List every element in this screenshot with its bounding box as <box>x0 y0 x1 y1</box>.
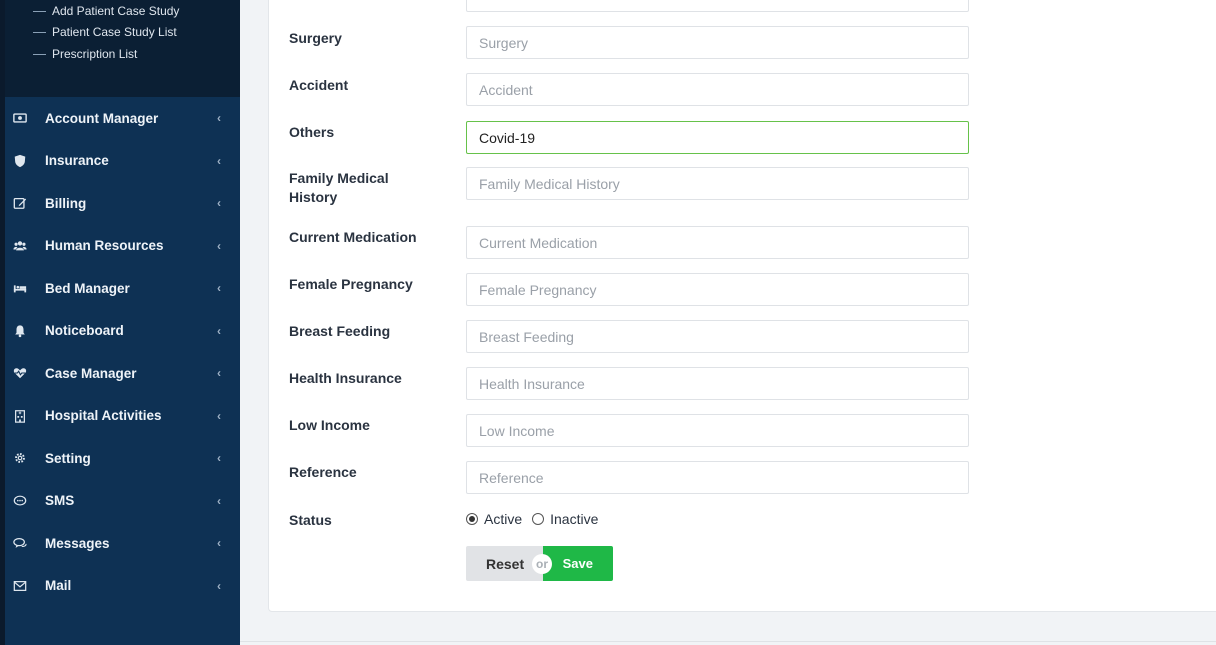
main-content: Surgery Accident Others Family Medical H… <box>240 0 1216 645</box>
sidebar-item-label: Mail <box>45 578 72 594</box>
chevron-left-icon: ‹ <box>217 238 221 253</box>
tree-dash <box>33 11 46 12</box>
sidebar-item-label: Bed Manager <box>45 280 130 296</box>
field-label: Breast Feeding <box>289 323 391 339</box>
chevron-left-icon: ‹ <box>217 493 221 508</box>
sidebar-item-label: Noticeboard <box>45 323 124 339</box>
sidebar: Add Patient Case Study Patient Case Stud… <box>5 0 240 645</box>
sidebar-item-account-manager[interactable]: Account Manager ‹ <box>5 97 240 140</box>
surgery-input[interactable] <box>466 26 969 59</box>
form-actions: Reset Save or <box>466 546 613 581</box>
envelope-icon <box>12 578 28 594</box>
low-income-input[interactable] <box>466 414 969 447</box>
chevron-left-icon: ‹ <box>217 111 221 126</box>
accident-input[interactable] <box>466 73 969 106</box>
case-study-form-panel: Surgery Accident Others Family Medical H… <box>268 0 1216 612</box>
field-label: Low Income <box>289 417 370 433</box>
chevron-left-icon: ‹ <box>217 281 221 296</box>
radio-selected-dot <box>469 516 475 522</box>
sidebar-item-label: Billing <box>45 195 87 211</box>
sidebar-item-case-manager[interactable]: Case Manager ‹ <box>5 352 240 395</box>
field-label: Surgery <box>289 30 342 46</box>
sidebar-item-human-resources[interactable]: Human Resources ‹ <box>5 225 240 268</box>
sidebar-item-insurance[interactable]: Insurance ‹ <box>5 140 240 183</box>
gear-icon <box>12 450 28 466</box>
case-study-submenu: Add Patient Case Study Patient Case Stud… <box>5 0 240 97</box>
field-label: Reference <box>289 464 357 480</box>
chevron-left-icon: ‹ <box>217 578 221 593</box>
edit-icon <box>12 195 28 211</box>
status-radio-group: Active Inactive <box>466 511 608 527</box>
comments-icon <box>12 535 28 551</box>
submenu-item-prescription-list[interactable]: Prescription List <box>5 44 240 66</box>
sidebar-item-hospital-activities[interactable]: Hospital Activities ‹ <box>5 395 240 438</box>
field-label: Female Pregnancy <box>289 276 413 292</box>
sidebar-item-noticeboard[interactable]: Noticeboard ‹ <box>5 310 240 353</box>
sidebar-item-label: Messages <box>45 535 110 551</box>
previous-field-input[interactable] <box>466 0 969 12</box>
health-insurance-input[interactable] <box>466 367 969 400</box>
chevron-left-icon: ‹ <box>217 323 221 338</box>
money-icon <box>12 110 28 126</box>
chat-icon <box>12 493 28 509</box>
field-label: Health Insurance <box>289 370 402 386</box>
shield-icon <box>12 153 28 169</box>
others-input[interactable] <box>466 121 969 154</box>
chevron-left-icon: ‹ <box>217 451 221 466</box>
sidebar-item-label: Human Resources <box>45 238 164 254</box>
bell-icon <box>12 323 28 339</box>
users-icon <box>12 238 28 254</box>
status-label: Status <box>289 512 332 528</box>
submenu-item-label: Add Patient Case Study <box>52 4 180 18</box>
sidebar-item-setting[interactable]: Setting ‹ <box>5 437 240 480</box>
sidebar-item-label: Account Manager <box>45 110 159 126</box>
sidebar-item-label: SMS <box>45 493 75 509</box>
submenu-item-label: Patient Case Study List <box>52 25 177 39</box>
status-active-radio[interactable] <box>466 513 478 525</box>
sidebar-item-mail[interactable]: Mail ‹ <box>5 565 240 608</box>
bed-icon <box>12 280 28 296</box>
submenu-item-patient-case-study-list[interactable]: Patient Case Study List <box>5 22 240 44</box>
reference-input[interactable] <box>466 461 969 494</box>
submenu-item-add-patient-case-study[interactable]: Add Patient Case Study <box>5 4 240 22</box>
field-label: Accident <box>289 77 349 93</box>
current-medication-input[interactable] <box>466 226 969 259</box>
field-label: Family Medical History <box>289 170 389 205</box>
tree-dash <box>33 54 46 55</box>
chevron-left-icon: ‹ <box>217 408 221 423</box>
sidebar-item-bed-manager[interactable]: Bed Manager ‹ <box>5 267 240 310</box>
field-label: Current Medication <box>289 229 417 245</box>
chevron-left-icon: ‹ <box>217 536 221 551</box>
sidebar-item-messages[interactable]: Messages ‹ <box>5 522 240 565</box>
status-inactive-label[interactable]: Inactive <box>550 511 598 527</box>
heartbeat-icon <box>12 365 28 381</box>
sidebar-item-label: Setting <box>45 450 91 466</box>
sidebar-item-label: Insurance <box>45 153 109 169</box>
tree-dash <box>33 32 46 33</box>
sidebar-item-label: Case Manager <box>45 365 137 381</box>
sidebar-item-billing[interactable]: Billing ‹ <box>5 182 240 225</box>
family-medical-history-input[interactable] <box>466 167 969 200</box>
status-active-label[interactable]: Active <box>484 511 522 527</box>
or-separator: or <box>532 554 552 574</box>
submenu-item-label: Prescription List <box>52 47 138 61</box>
chevron-left-icon: ‹ <box>217 366 221 381</box>
female-pregnancy-input[interactable] <box>466 273 969 306</box>
footer-divider <box>240 641 1216 642</box>
breast-feeding-input[interactable] <box>466 320 969 353</box>
sidebar-item-sms[interactable]: SMS ‹ <box>5 480 240 523</box>
hospital-icon <box>12 408 28 424</box>
sidebar-item-label: Hospital Activities <box>45 408 162 424</box>
chevron-left-icon: ‹ <box>217 196 221 211</box>
save-button[interactable]: Save <box>543 546 613 581</box>
status-inactive-radio[interactable] <box>532 513 545 525</box>
field-label: Others <box>289 124 335 140</box>
chevron-left-icon: ‹ <box>217 153 221 168</box>
